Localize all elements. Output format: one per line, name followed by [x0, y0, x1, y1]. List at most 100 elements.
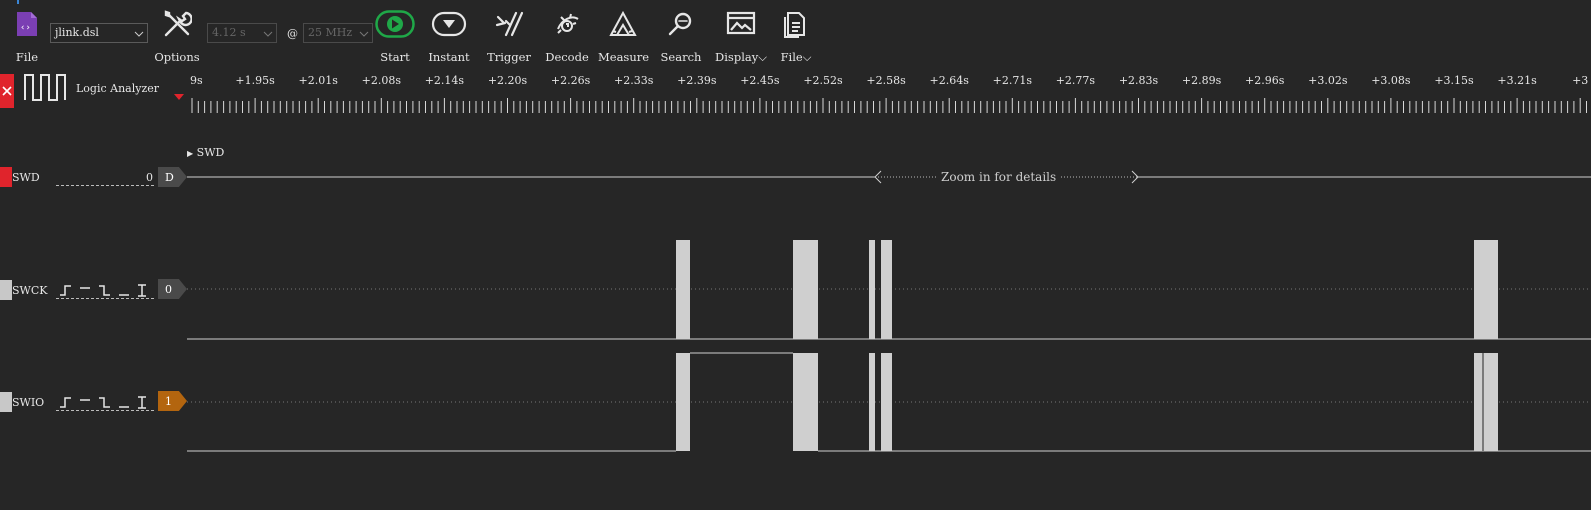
waveform-area[interactable]: [187, 160, 1591, 460]
decoder-group-label: SWD: [196, 146, 225, 159]
device-label: Logic Analyzer: [76, 82, 160, 95]
measure-label: Measure: [598, 50, 650, 64]
ruler-tick-label: +3.08s: [1371, 74, 1411, 87]
options-button[interactable]: Options: [152, 6, 202, 64]
duration-value: 4.12 s: [212, 26, 246, 39]
trigger-icon: [486, 6, 532, 42]
decoder-badge[interactable]: D: [158, 167, 187, 187]
ruler-tick-label: +2.77s: [1055, 74, 1096, 87]
options-label: Options: [154, 50, 200, 64]
samplerate-value: 25 MHz: [308, 26, 353, 39]
file-icon: ‹›: [10, 6, 44, 42]
swio-trigger-options[interactable]: [58, 394, 154, 415]
close-icon: [2, 86, 12, 96]
display-icon: [712, 6, 770, 42]
search-icon: [658, 6, 704, 42]
instant-capture-icon: [426, 6, 472, 42]
device-close-button[interactable]: [0, 74, 14, 108]
file-stack-icon: [776, 6, 816, 42]
swck-burst: [869, 240, 875, 339]
decoder-badge-label: D: [165, 170, 174, 184]
samplerate-select[interactable]: 25 MHz: [303, 23, 373, 43]
ruler-tick-label: +2.58s: [866, 74, 906, 87]
ruler-tick-label: +2.96s: [1245, 74, 1285, 87]
display-label-text: Display: [715, 50, 759, 64]
swck-trigger-underline: [56, 298, 154, 299]
start-button[interactable]: Start: [374, 6, 416, 64]
swck-channel-label[interactable]: SWCK: [12, 284, 47, 297]
zoom-bracket-right: [1131, 170, 1139, 184]
swck-burst: [1474, 240, 1498, 339]
logic-waveform-icon: [23, 72, 69, 105]
swio-burst: [793, 353, 818, 451]
time-ruler[interactable]: 9s +1.95s +2.01s +2.08s +2.14s +2.20s +2.26s +2…: [187, 66, 1591, 120]
decode-label: Decode: [545, 50, 589, 64]
ruler-tick-label: +3.21s: [1497, 74, 1537, 87]
ruler-tick-label: +2.01s: [298, 74, 338, 87]
session-file-value: jlink.dsl: [55, 26, 99, 39]
instant-button[interactable]: Instant: [426, 6, 472, 64]
device-dropdown-icon[interactable]: [174, 91, 184, 104]
any-edge-icon[interactable]: [138, 396, 146, 409]
ruler-tick-label: +3.15s: [1434, 74, 1474, 87]
file-menu-label-text: File: [780, 50, 803, 64]
duration-select[interactable]: 4.12 s: [207, 23, 277, 43]
instant-label: Instant: [428, 50, 470, 64]
toolbar: ‹› File jlink.dsl Options 4.12 s @ 25 MH…: [0, 0, 1591, 66]
decoder-channel-label[interactable]: SWD: [12, 171, 40, 184]
swck-badge-label: 0: [165, 282, 172, 296]
display-menu-button[interactable]: Display⌵: [712, 6, 770, 65]
timeline-header: Logic Analyzer 9s +1.95s +2.01s +2.08s +2.14…: [0, 66, 1591, 120]
decoder-value: 0: [146, 171, 153, 184]
decode-button[interactable]: Decode: [544, 6, 590, 64]
ruler-tick-label: +2.64s: [929, 74, 969, 87]
swck-burst: [793, 240, 818, 339]
file-menu-button[interactable]: File⌵: [776, 6, 816, 65]
swck-trigger-options[interactable]: [58, 282, 154, 303]
ruler-tick-label: +1.95s: [235, 74, 275, 87]
file-label: File: [15, 50, 39, 64]
ruler-tick-label: +2.20s: [487, 74, 528, 87]
search-button[interactable]: Search: [658, 6, 704, 64]
decoder-group[interactable]: ▶ SWD: [187, 146, 224, 159]
file-menu-label: File⌵: [776, 50, 816, 65]
ruler-tick-label: 9s: [190, 74, 203, 87]
ruler-tick-label: +2.39s: [677, 74, 717, 87]
any-edge-icon[interactable]: [138, 284, 146, 297]
falling-edge-icon[interactable]: [99, 285, 110, 296]
rising-edge-icon[interactable]: [60, 285, 71, 296]
swio-badge[interactable]: 1: [158, 391, 187, 411]
decode-icon: [544, 6, 590, 42]
ruler-tick-label: +2.52s: [803, 74, 843, 87]
swck-color-swatch[interactable]: [0, 280, 12, 300]
decoder-value-underline: [56, 185, 154, 186]
display-label: Display⌵: [712, 50, 770, 65]
zoom-hint: Zoom in for details: [937, 170, 1061, 184]
swio-burst: [676, 353, 690, 451]
chevron-down-icon: ⌵: [802, 50, 812, 64]
focus-indicator: [17, 0, 19, 4]
file-open-button[interactable]: ‹› File: [10, 6, 44, 64]
ruler-tick-label: +2.08s: [361, 74, 401, 87]
chevron-down-icon: [263, 28, 273, 41]
decoder-color-swatch[interactable]: [0, 167, 12, 187]
wrench-screwdriver-icon: [152, 6, 202, 42]
start-label: Start: [380, 50, 410, 64]
session-select[interactable]: jlink.dsl: [50, 23, 148, 43]
ruler-tick-label: +2.83s: [1118, 74, 1159, 87]
falling-edge-icon[interactable]: [99, 397, 110, 408]
swck-badge[interactable]: 0: [158, 279, 187, 299]
ruler-tick-label: +2.89s: [1181, 74, 1222, 87]
rising-edge-icon[interactable]: [60, 397, 71, 408]
play-icon: [374, 6, 416, 42]
trigger-button[interactable]: Trigger: [486, 6, 532, 64]
swio-color-swatch[interactable]: [0, 392, 12, 412]
trigger-label: Trigger: [487, 50, 531, 64]
ruler-tick-label: +3: [1572, 74, 1589, 87]
ruler-tick-label: +2.33s: [614, 74, 654, 87]
swio-burst: [1474, 353, 1498, 451]
swio-channel-label[interactable]: SWIO: [12, 396, 44, 409]
measure-button[interactable]: Measure: [598, 6, 650, 64]
swio-trigger-underline: [56, 410, 154, 411]
caret-right-icon: ▶: [187, 149, 194, 158]
